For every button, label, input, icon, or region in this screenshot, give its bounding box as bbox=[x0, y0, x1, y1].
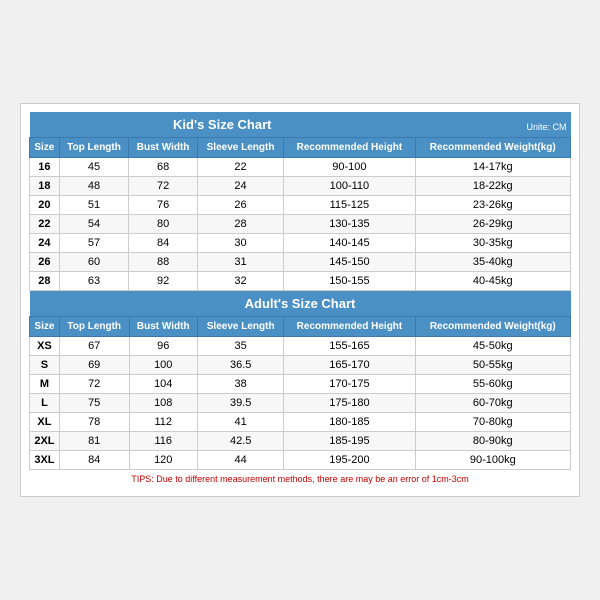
kids-section-header: Kid's Size Chart Unite: CM bbox=[30, 112, 571, 138]
adults-table-row: 2XL8111642.5185-19580-90kg bbox=[30, 432, 571, 451]
adults-header-1: Top Length bbox=[59, 317, 129, 337]
adults-section-header: Adult's Size Chart bbox=[30, 291, 571, 317]
kids-title: Kid's Size Chart bbox=[30, 112, 416, 138]
tips-text: TIPS: Due to different measurement metho… bbox=[30, 470, 571, 489]
kids-header-2: Bust Width bbox=[129, 138, 197, 158]
adults-header-3: Sleeve Length bbox=[197, 317, 283, 337]
adults-table-row: S6910036.5165-17050-55kg bbox=[30, 356, 571, 375]
kids-table-row: 26608831145-15035-40kg bbox=[30, 253, 571, 272]
adults-table-row: M7210438170-17555-60kg bbox=[30, 375, 571, 394]
adults-size-table: Adult's Size Chart Size Top Length Bust … bbox=[29, 291, 571, 488]
kids-col-header: Size Top Length Bust Width Sleeve Length… bbox=[30, 138, 571, 158]
kids-unit: Unite: CM bbox=[415, 112, 570, 138]
adults-header-0: Size bbox=[30, 317, 60, 337]
adults-header-2: Bust Width bbox=[129, 317, 197, 337]
kids-table-row: 24578430140-14530-35kg bbox=[30, 234, 571, 253]
tips-row: TIPS: Due to different measurement metho… bbox=[30, 470, 571, 489]
adults-table-row: XS679635155-16545-50kg bbox=[30, 337, 571, 356]
adults-title: Adult's Size Chart bbox=[30, 291, 571, 317]
adults-table-row: 3XL8412044195-20090-100kg bbox=[30, 451, 571, 470]
adults-col-header: Size Top Length Bust Width Sleeve Length… bbox=[30, 317, 571, 337]
kids-header-3: Sleeve Length bbox=[197, 138, 283, 158]
adults-header-5: Recommended Weight(kg) bbox=[415, 317, 570, 337]
kids-size-table: Kid's Size Chart Unite: CM Size Top Leng… bbox=[29, 112, 571, 291]
adults-header-4: Recommended Height bbox=[284, 317, 415, 337]
kids-table-row: 22548028130-13526-29kg bbox=[30, 215, 571, 234]
adults-table-row: XL7811241180-18570-80kg bbox=[30, 413, 571, 432]
kids-table-row: 28639232150-15540-45kg bbox=[30, 272, 571, 291]
kids-header-5: Recommended Weight(kg) bbox=[415, 138, 570, 158]
kids-table-row: 18487224100-11018-22kg bbox=[30, 177, 571, 196]
chart-container: Kid's Size Chart Unite: CM Size Top Leng… bbox=[20, 103, 580, 497]
kids-header-1: Top Length bbox=[59, 138, 129, 158]
adults-table-row: L7510839.5175-18060-70kg bbox=[30, 394, 571, 413]
kids-table-row: 20517626115-12523-26kg bbox=[30, 196, 571, 215]
kids-header-4: Recommended Height bbox=[284, 138, 415, 158]
kids-header-0: Size bbox=[30, 138, 60, 158]
kids-table-row: 1645682290-10014-17kg bbox=[30, 158, 571, 177]
